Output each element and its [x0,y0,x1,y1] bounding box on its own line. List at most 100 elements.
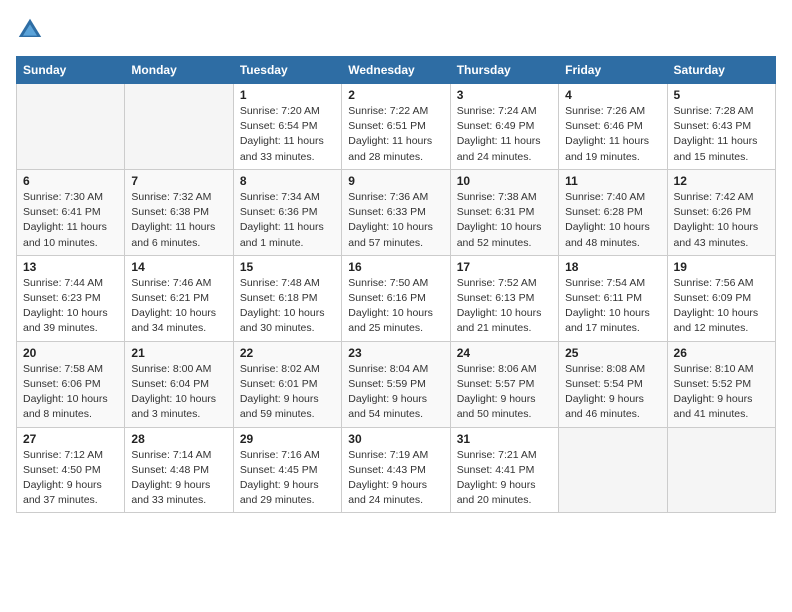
day-info: Sunrise: 8:00 AMSunset: 6:04 PMDaylight:… [131,362,226,423]
day-number: 23 [348,346,443,360]
col-header-thursday: Thursday [450,57,558,84]
day-info: Sunrise: 7:34 AMSunset: 6:36 PMDaylight:… [240,190,335,251]
calendar-table: SundayMondayTuesdayWednesdayThursdayFrid… [16,56,776,513]
day-info: Sunrise: 8:08 AMSunset: 5:54 PMDaylight:… [565,362,660,423]
day-info: Sunrise: 7:38 AMSunset: 6:31 PMDaylight:… [457,190,552,251]
day-number: 1 [240,88,335,102]
col-header-monday: Monday [125,57,233,84]
header-row: SundayMondayTuesdayWednesdayThursdayFrid… [17,57,776,84]
day-info: Sunrise: 7:36 AMSunset: 6:33 PMDaylight:… [348,190,443,251]
day-cell: 30 Sunrise: 7:19 AMSunset: 4:43 PMDayligh… [342,427,450,513]
day-cell: 31Sunrise: 7:21 AMSunset: 4:41 PMDayligh… [450,427,558,513]
day-number: 21 [131,346,226,360]
day-cell: 27 Sunrise: 7:12 AMSunset: 4:50 PMDayligh… [17,427,125,513]
day-number: 9 [348,174,443,188]
day-number: 18 [565,260,660,274]
day-info: Sunrise: 8:06 AMSunset: 5:57 PMDaylight:… [457,362,552,423]
day-number: 17 [457,260,552,274]
day-info: Sunrise: 7:28 AMSunset: 6:43 PMDaylight:… [674,104,769,165]
col-header-sunday: Sunday [17,57,125,84]
day-cell: 28 Sunrise: 7:14 AMSunset: 4:48 PMDayligh… [125,427,233,513]
calendar-body: 1Sunrise: 7:20 AMSunset: 6:54 PMDaylight… [17,84,776,513]
day-number: 7 [131,174,226,188]
day-number: 13 [23,260,118,274]
day-number: 2 [348,88,443,102]
day-info: Sunrise: 7:54 AMSunset: 6:11 PMDaylight:… [565,276,660,337]
day-info: Sunrise: 7:24 AMSunset: 6:49 PMDaylight:… [457,104,552,165]
day-number: 4 [565,88,660,102]
day-cell: 21 Sunrise: 8:00 AMSunset: 6:04 PMDayligh… [125,341,233,427]
day-number: 25 [565,346,660,360]
day-cell: 5 Sunrise: 7:28 AMSunset: 6:43 PMDaylight… [667,84,775,170]
day-cell: 15Sunrise: 7:48 AMSunset: 6:18 PMDayligh… [233,255,341,341]
day-cell: 9 Sunrise: 7:36 AMSunset: 6:33 PMDaylight… [342,169,450,255]
day-cell: 14Sunrise: 7:46 AMSunset: 6:21 PMDayligh… [125,255,233,341]
day-cell: 16Sunrise: 7:50 AMSunset: 6:16 PMDayligh… [342,255,450,341]
day-cell: 26 Sunrise: 8:10 AMSunset: 5:52 PMDayligh… [667,341,775,427]
logo-icon [16,16,44,44]
day-info: Sunrise: 7:19 AMSunset: 4:43 PMDaylight:… [348,448,443,509]
day-number: 24 [457,346,552,360]
day-number: 19 [674,260,769,274]
day-cell: 19 Sunrise: 7:56 AMSunset: 6:09 PMDayligh… [667,255,775,341]
day-cell: 24 Sunrise: 8:06 AMSunset: 5:57 PMDayligh… [450,341,558,427]
day-info: Sunrise: 7:40 AMSunset: 6:28 PMDaylight:… [565,190,660,251]
day-cell: 1Sunrise: 7:20 AMSunset: 6:54 PMDaylight… [233,84,341,170]
day-info: Sunrise: 7:12 AMSunset: 4:50 PMDaylight:… [23,448,118,509]
day-info: Sunrise: 8:02 AMSunset: 6:01 PMDaylight:… [240,362,335,423]
day-number: 22 [240,346,335,360]
day-cell: 20 Sunrise: 7:58 AMSunset: 6:06 PMDayligh… [17,341,125,427]
day-cell: 4 Sunrise: 7:26 AMSunset: 6:46 PMDaylight… [559,84,667,170]
day-info: Sunrise: 7:48 AMSunset: 6:18 PMDaylight:… [240,276,335,337]
day-cell: 13Sunrise: 7:44 AMSunset: 6:23 PMDayligh… [17,255,125,341]
day-info: Sunrise: 7:21 AMSunset: 4:41 PMDaylight:… [457,448,552,509]
day-number: 3 [457,88,552,102]
day-cell: 12Sunrise: 7:42 AMSunset: 6:26 PMDayligh… [667,169,775,255]
day-number: 14 [131,260,226,274]
day-number: 29 [240,432,335,446]
day-cell: 10 Sunrise: 7:38 AMSunset: 6:31 PMDayligh… [450,169,558,255]
week-row-3: 13Sunrise: 7:44 AMSunset: 6:23 PMDayligh… [17,255,776,341]
col-header-tuesday: Tuesday [233,57,341,84]
day-number: 8 [240,174,335,188]
day-number: 28 [131,432,226,446]
day-cell: 17Sunrise: 7:52 AMSunset: 6:13 PMDayligh… [450,255,558,341]
day-cell: 3 Sunrise: 7:24 AMSunset: 6:49 PMDaylight… [450,84,558,170]
week-row-2: 6 Sunrise: 7:30 AMSunset: 6:41 PMDaylight… [17,169,776,255]
day-number: 5 [674,88,769,102]
day-cell: 8 Sunrise: 7:34 AMSunset: 6:36 PMDaylight… [233,169,341,255]
day-number: 30 [348,432,443,446]
header [16,16,776,44]
day-info: Sunrise: 7:14 AMSunset: 4:48 PMDaylight:… [131,448,226,509]
day-cell [559,427,667,513]
day-info: Sunrise: 7:42 AMSunset: 6:26 PMDaylight:… [674,190,769,251]
day-info: Sunrise: 7:56 AMSunset: 6:09 PMDaylight:… [674,276,769,337]
day-info: Sunrise: 7:50 AMSunset: 6:16 PMDaylight:… [348,276,443,337]
week-row-1: 1Sunrise: 7:20 AMSunset: 6:54 PMDaylight… [17,84,776,170]
col-header-saturday: Saturday [667,57,775,84]
day-number: 10 [457,174,552,188]
week-row-5: 27 Sunrise: 7:12 AMSunset: 4:50 PMDayligh… [17,427,776,513]
day-cell [667,427,775,513]
day-cell: 7 Sunrise: 7:32 AMSunset: 6:38 PMDaylight… [125,169,233,255]
day-info: Sunrise: 7:16 AMSunset: 4:45 PMDaylight:… [240,448,335,509]
day-number: 11 [565,174,660,188]
day-cell: 2Sunrise: 7:22 AMSunset: 6:51 PMDaylight… [342,84,450,170]
day-cell: 18 Sunrise: 7:54 AMSunset: 6:11 PMDayligh… [559,255,667,341]
day-info: Sunrise: 8:10 AMSunset: 5:52 PMDaylight:… [674,362,769,423]
day-cell [17,84,125,170]
day-number: 20 [23,346,118,360]
day-number: 27 [23,432,118,446]
day-info: Sunrise: 8:04 AMSunset: 5:59 PMDaylight:… [348,362,443,423]
day-cell: 6 Sunrise: 7:30 AMSunset: 6:41 PMDaylight… [17,169,125,255]
day-cell: 11 Sunrise: 7:40 AMSunset: 6:28 PMDayligh… [559,169,667,255]
day-info: Sunrise: 7:30 AMSunset: 6:41 PMDaylight:… [23,190,118,251]
day-info: Sunrise: 7:26 AMSunset: 6:46 PMDaylight:… [565,104,660,165]
day-info: Sunrise: 7:58 AMSunset: 6:06 PMDaylight:… [23,362,118,423]
week-row-4: 20 Sunrise: 7:58 AMSunset: 6:06 PMDayligh… [17,341,776,427]
day-cell: 22 Sunrise: 8:02 AMSunset: 6:01 PMDayligh… [233,341,341,427]
day-info: Sunrise: 7:32 AMSunset: 6:38 PMDaylight:… [131,190,226,251]
day-number: 6 [23,174,118,188]
day-number: 26 [674,346,769,360]
logo [16,16,48,44]
